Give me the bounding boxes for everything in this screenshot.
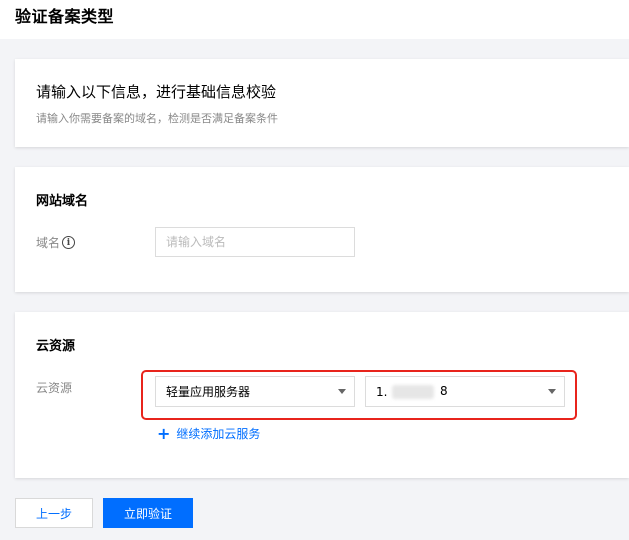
- page-title: 验证备案类型: [15, 7, 115, 26]
- product-select[interactable]: 轻量应用服务器: [155, 376, 355, 407]
- chevron-down-icon: [338, 389, 346, 394]
- plus-icon: +: [157, 423, 171, 443]
- page-header: 验证备案类型: [0, 0, 629, 39]
- instance-select-prefix: 1.: [376, 384, 388, 399]
- domain-card: 网站域名 域名 i: [15, 167, 629, 292]
- chevron-down-icon: [548, 389, 556, 394]
- intro-title: 请输入以下信息，进行基础信息校验: [36, 83, 277, 101]
- cloud-resource-card: 云资源 云资源 轻量应用服务器 1. 8 + 继续添加云服务: [15, 312, 629, 478]
- info-icon[interactable]: i: [62, 236, 76, 249]
- domain-section-title: 网站域名: [36, 194, 89, 209]
- cloud-field-label: 云资源: [36, 381, 73, 395]
- cloud-section-title: 云资源: [36, 339, 76, 354]
- domain-field-label-row: 域名 i: [36, 234, 76, 251]
- domain-input[interactable]: [155, 227, 355, 257]
- domain-field-label: 域名: [36, 236, 61, 250]
- intro-card: 请输入以下信息，进行基础信息校验 请输入你需要备案的域名，检测是否满足备案条件: [15, 59, 629, 147]
- add-cloud-service-label: 继续添加云服务: [176, 427, 261, 441]
- instance-select-suffix: 8: [440, 384, 448, 398]
- prev-step-button[interactable]: 上一步: [15, 498, 93, 528]
- verify-now-button[interactable]: 立即验证: [103, 498, 193, 528]
- add-cloud-service-link[interactable]: + 继续添加云服务: [157, 425, 260, 442]
- intro-description: 请输入你需要备案的域名，检测是否满足备案条件: [36, 112, 278, 125]
- instance-select[interactable]: 1. 8: [365, 376, 565, 407]
- redaction-blur: [392, 385, 434, 399]
- product-select-value: 轻量应用服务器: [166, 385, 251, 399]
